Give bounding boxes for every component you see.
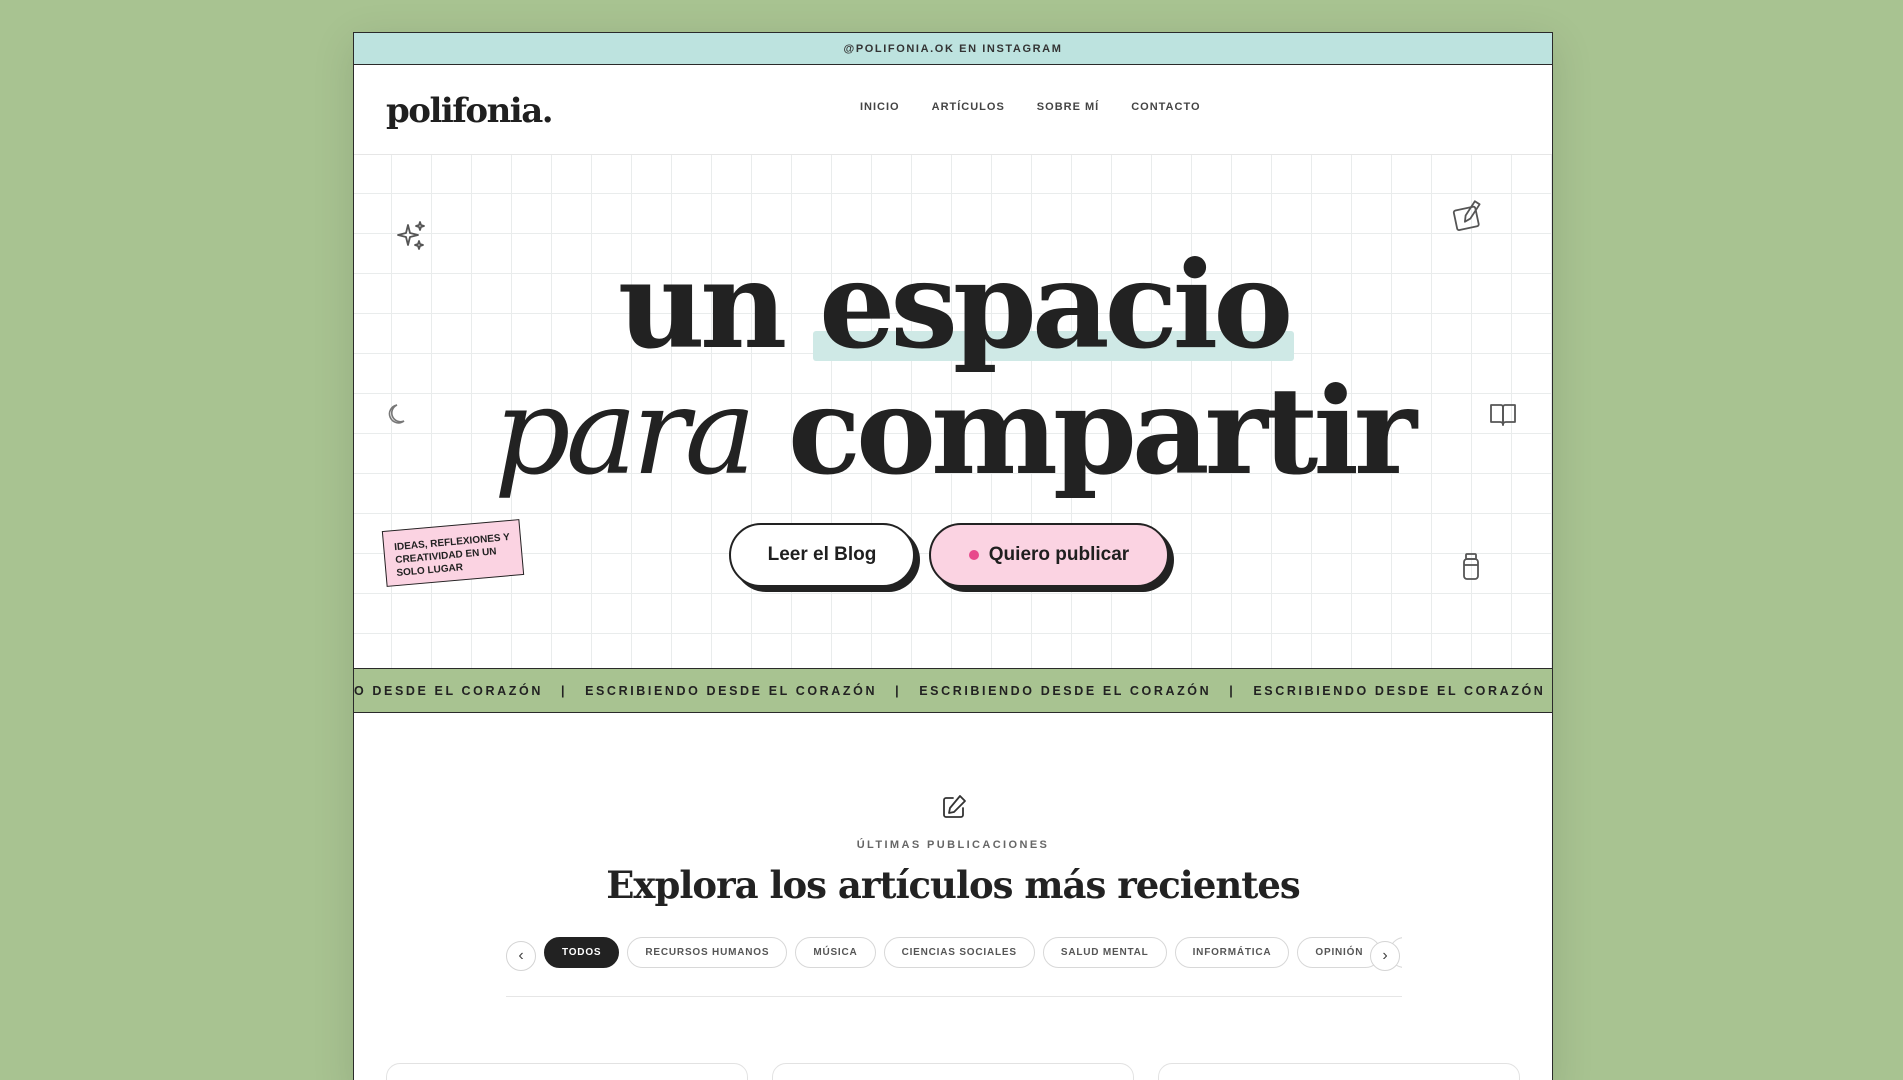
post-card[interactable] [1158,1063,1520,1080]
marquee-banner: O DESDE EL CORAZÓN | ESCRIBIENDO DESDE E… [354,669,1552,713]
marquee-item: ESCRIBIENDO DESDE EL CORAZÓN [1253,683,1546,698]
publish-label: Quiero publicar [988,544,1130,565]
hero-title: un espacio para compartir [354,243,1552,496]
chevron-right-icon: › [1382,947,1388,964]
read-blog-label: Leer el Blog [767,544,877,565]
filter-chips: TODOS RECURSOS HUMANOS MÚSICA CIENCIAS S… [544,937,1402,971]
filter-chip-recursos-humanos[interactable]: RECURSOS HUMANOS [627,937,788,968]
hero-title-word-un: un [617,235,787,376]
tagline-sticker: IDEAS, REFLEXIONES Y CREATIVIDAD EN UN S… [381,519,525,587]
read-blog-button[interactable]: Leer el Blog [729,523,915,587]
hero-title-word-espacio: espacio [812,235,1295,376]
marquee-separator: | [560,683,568,698]
edit-icon [1452,200,1481,231]
latest-posts-section: ÚLTIMAS PUBLICACIONES Explora los artícu… [354,713,1552,1080]
nav-contacto[interactable]: CONTACTO [1131,101,1200,113]
filter-chip-musica[interactable]: MÚSICA [795,937,876,968]
hero-title-word-compartir: compartir [787,361,1417,502]
pencil-square-icon [943,795,966,818]
section-title: Explora los artículos más recientes [606,863,1301,907]
marquee-separator: | [1229,683,1236,698]
pink-dot-icon [968,550,979,560]
main-nav: INICIO ARTÍCULOS SOBRE MÍ CONTACTO [860,101,1201,113]
site-header: polifonia. INICIO ARTÍCULOS SOBRE MÍ CON… [354,65,1552,155]
filter-chip-ciencias-sociales[interactable]: CIENCIAS SOCIALES [883,937,1035,968]
section-eyebrow: ÚLTIMAS PUBLICACIONES [856,839,1050,851]
marquee-item: O DESDE EL CORAZÓN [354,683,543,698]
hero: un espacio para compartir Leer el Blog Q… [354,155,1552,669]
marquee-separator: | [895,683,902,698]
filter-chip-salud-mental[interactable]: SALUD MENTAL [1042,937,1167,968]
publish-button[interactable]: Quiero publicar [929,523,1169,587]
marquee-item: ESCRIBIENDO DESDE EL CORAZÓN [919,683,1212,698]
post-card[interactable] [386,1063,748,1080]
instagram-banner-text[interactable]: @POLIFONIA.OK EN INSTAGRAM [844,43,1063,55]
instagram-banner[interactable]: @POLIFONIA.OK EN INSTAGRAM [354,33,1552,65]
marquee-item: ESCRIBIENDO DESDE EL CORAZÓN [585,683,878,698]
post-card[interactable] [772,1063,1134,1080]
page-frame: @POLIFONIA.OK EN INSTAGRAM polifonia. IN… [353,32,1553,1080]
chevron-left-icon: ‹ [518,947,524,964]
hero-title-word-para: para [493,363,756,502]
filter-chip-todos[interactable]: TODOS [544,937,620,968]
scroll-left-button[interactable]: ‹ [506,941,536,971]
category-filters: ‹ TODOS RECURSOS HUMANOS MÚSICA CIENCIAS… [506,937,1402,997]
filter-chip-opinion[interactable]: OPINIÓN [1297,937,1382,968]
nav-sobre-mi[interactable]: SOBRE MÍ [1037,101,1099,113]
logo[interactable]: polifonia. [386,91,554,131]
scroll-right-button[interactable]: › [1370,941,1400,971]
nav-inicio[interactable]: INICIO [860,101,900,113]
filter-chip-informatica[interactable]: INFORMÁTICA [1174,937,1290,968]
nav-articulos[interactable]: ARTÍCULOS [932,101,1005,113]
hero-buttons: Leer el Blog Quiero publicar [354,523,1552,587]
